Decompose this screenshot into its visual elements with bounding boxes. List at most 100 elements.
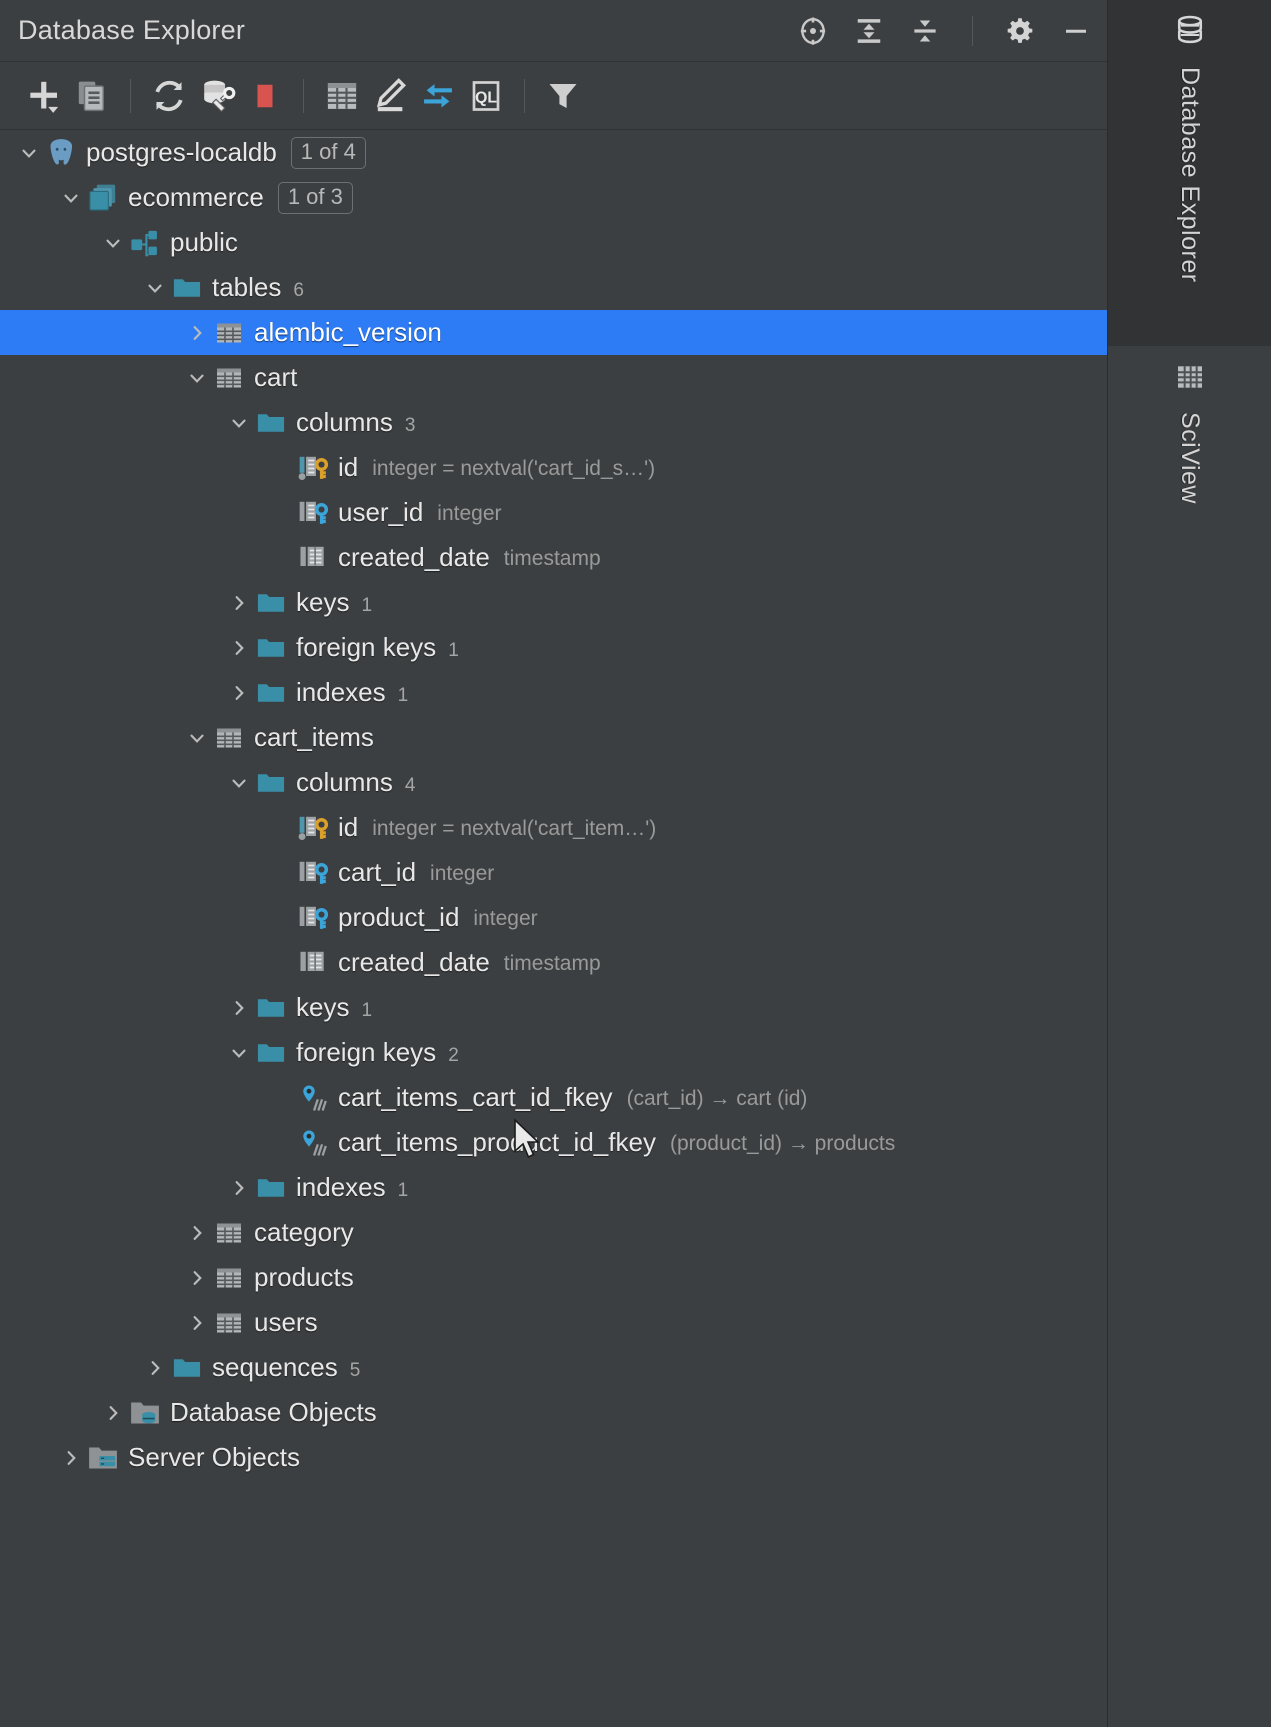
- tree-row[interactable]: foreign keys 2: [0, 1030, 1107, 1075]
- tree-row[interactable]: Database Objects: [0, 1390, 1107, 1435]
- column-fk-icon: [296, 902, 330, 934]
- tree-row-count: 1: [448, 639, 459, 661]
- sidebar-tab-database-explorer[interactable]: Database Explorer: [1108, 0, 1271, 346]
- chevron-right-icon[interactable]: [98, 1402, 128, 1424]
- tree-row[interactable]: foreign keys 1: [0, 625, 1107, 670]
- chevron-down-icon[interactable]: [56, 187, 86, 209]
- toolbar-divider-3: [524, 78, 525, 113]
- collapse-all-icon[interactable]: [908, 14, 942, 48]
- database-icon: [86, 181, 120, 215]
- tree-row-label: indexes: [296, 1172, 386, 1202]
- chevron-right-icon[interactable]: [182, 1312, 212, 1334]
- tree-row-label: ecommerce: [128, 182, 264, 212]
- chevron-right-icon[interactable]: [224, 997, 254, 1019]
- folder-icon: [254, 632, 288, 664]
- tree-row[interactable]: postgres-localdb 1 of 4: [0, 130, 1107, 175]
- gear-icon[interactable]: [1003, 14, 1037, 48]
- chevron-down-icon[interactable]: [224, 1042, 254, 1064]
- chevron-right-icon[interactable]: [224, 592, 254, 614]
- tree-row-label: users: [254, 1307, 318, 1337]
- database-objects-icon: [128, 1396, 162, 1430]
- tree-row-label: Server Objects: [128, 1442, 300, 1472]
- refresh-icon[interactable]: [145, 74, 193, 118]
- toolbar-divider: [130, 78, 131, 113]
- chevron-right-icon[interactable]: [56, 1447, 86, 1469]
- tree-row[interactable]: keys 1: [0, 580, 1107, 625]
- tree-row-count: 3: [404, 414, 416, 436]
- table-icon: [212, 1218, 246, 1248]
- tree-row[interactable]: tables 6: [0, 265, 1107, 310]
- chevron-right-icon[interactable]: [224, 637, 254, 659]
- tree-row-count: 4: [404, 774, 416, 796]
- chevron-down-icon[interactable]: [98, 232, 128, 254]
- tree-row[interactable]: columns 4: [0, 760, 1107, 805]
- tree-row[interactable]: sequences 5: [0, 1345, 1107, 1390]
- modify-icon[interactable]: [366, 74, 414, 118]
- filter-icon[interactable]: [539, 74, 587, 118]
- tree-row[interactable]: cart_items_product_id_fkey (product_id) →…: [0, 1120, 1107, 1165]
- tree-row[interactable]: id integer = nextval('cart_item…'): [0, 805, 1107, 850]
- status-badge: 1 of 4: [290, 136, 366, 169]
- tree-row[interactable]: ecommerce 1 of 3: [0, 175, 1107, 220]
- chevron-right-icon[interactable]: [140, 1357, 170, 1379]
- chevron-right-icon[interactable]: [182, 322, 212, 344]
- tree-row[interactable]: cart_items: [0, 715, 1107, 760]
- tree-row-label: columns: [296, 767, 393, 797]
- tree-row[interactable]: indexes 1: [0, 670, 1107, 715]
- chevron-down-icon[interactable]: [224, 772, 254, 794]
- copy-icon[interactable]: [68, 74, 116, 118]
- tree-row[interactable]: user_id integer: [0, 490, 1107, 535]
- tree-row-label: Database Objects: [170, 1397, 377, 1427]
- tree-row[interactable]: alembic_version: [0, 310, 1107, 355]
- svg-text:QL: QL: [475, 89, 497, 106]
- chevron-down-icon[interactable]: [224, 412, 254, 434]
- column-pk-icon: [296, 812, 330, 844]
- table-editor-icon[interactable]: [318, 74, 366, 118]
- chevron-down-icon[interactable]: [140, 277, 170, 299]
- sidebar-tab-sciview[interactable]: SciView: [1108, 347, 1271, 607]
- tree-row[interactable]: category: [0, 1210, 1107, 1255]
- tree-row[interactable]: cart_items_cart_id_fkey (cart_id) → cart …: [0, 1075, 1107, 1120]
- tree-row[interactable]: product_id integer: [0, 895, 1107, 940]
- minimize-icon[interactable]: [1059, 14, 1093, 48]
- folder-icon: [170, 272, 204, 304]
- database-tree[interactable]: postgres-localdb 1 of 4 ecommerce 1 of 3 pub…: [0, 130, 1107, 1480]
- chevron-down-icon[interactable]: [14, 142, 44, 164]
- tree-row[interactable]: id integer = nextval('cart_id_s…'): [0, 445, 1107, 490]
- query-console-icon[interactable]: QL: [462, 74, 510, 118]
- tree-row[interactable]: public: [0, 220, 1107, 265]
- tree-row-detail: timestamp: [503, 546, 601, 570]
- tree-row[interactable]: cart: [0, 355, 1107, 400]
- db-properties-icon[interactable]: [193, 74, 241, 118]
- tree-row[interactable]: created_date timestamp: [0, 940, 1107, 985]
- locate-icon[interactable]: [796, 14, 830, 48]
- tree-row[interactable]: columns 3: [0, 400, 1107, 445]
- folder-icon: [254, 677, 288, 709]
- expand-all-icon[interactable]: [852, 14, 886, 48]
- tree-row-count: 6: [293, 279, 304, 301]
- tree-row-detail: integer = nextval('cart_id_s…'): [372, 456, 656, 480]
- tree-row[interactable]: keys 1: [0, 985, 1107, 1030]
- add-icon[interactable]: [20, 74, 68, 118]
- tree-row[interactable]: created_date timestamp: [0, 535, 1107, 580]
- folder-icon: [254, 767, 288, 799]
- tree-row-label: postgres-localdb: [86, 137, 277, 167]
- tree-row[interactable]: Server Objects: [0, 1435, 1107, 1480]
- grid-table-icon: [1174, 361, 1206, 398]
- chevron-down-icon[interactable]: [182, 367, 212, 389]
- sync-icon[interactable]: [414, 74, 462, 118]
- folder-icon: [254, 1037, 288, 1069]
- chevron-right-icon[interactable]: [224, 682, 254, 704]
- chevron-right-icon[interactable]: [224, 1177, 254, 1199]
- tree-row[interactable]: products: [0, 1255, 1107, 1300]
- tree-row-label: tables: [212, 272, 282, 302]
- tree-row-label: category: [254, 1217, 354, 1247]
- stop-icon[interactable]: [241, 74, 289, 118]
- tree-row[interactable]: cart_id integer: [0, 850, 1107, 895]
- tree-row[interactable]: indexes 1: [0, 1165, 1107, 1210]
- tree-row[interactable]: users: [0, 1300, 1107, 1345]
- chevron-right-icon[interactable]: [182, 1222, 212, 1244]
- chevron-right-icon[interactable]: [182, 1267, 212, 1289]
- tree-row-label: product_id: [338, 902, 460, 932]
- chevron-down-icon[interactable]: [182, 727, 212, 749]
